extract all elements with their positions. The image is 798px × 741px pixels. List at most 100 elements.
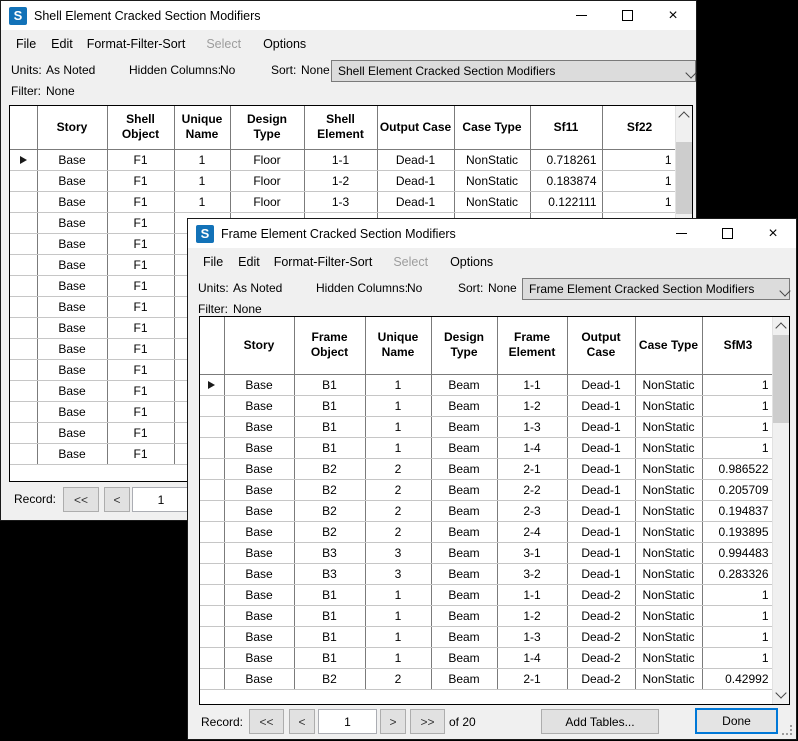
column-header[interactable]: Shell Element (304, 106, 377, 149)
column-header[interactable]: Unique Name (365, 317, 431, 374)
cell[interactable]: 1 (365, 437, 431, 458)
cell[interactable]: 1 (365, 605, 431, 626)
cell[interactable]: Base (224, 626, 294, 647)
cell[interactable]: Base (224, 647, 294, 668)
cell[interactable]: Base (37, 275, 107, 296)
cell[interactable]: 1-2 (497, 605, 567, 626)
cell[interactable]: Base (224, 395, 294, 416)
cell[interactable]: Base (224, 479, 294, 500)
row-selector[interactable] (10, 254, 37, 275)
cell[interactable]: B2 (294, 521, 365, 542)
cell[interactable]: 0.193895 (702, 521, 774, 542)
cell[interactable]: NonStatic (635, 626, 702, 647)
row-selector[interactable] (200, 479, 224, 500)
row-selector[interactable] (10, 212, 37, 233)
maximize-button[interactable] (704, 219, 750, 248)
cell[interactable]: B1 (294, 605, 365, 626)
cell[interactable]: 2 (365, 521, 431, 542)
cell[interactable]: Beam (431, 374, 497, 395)
cell[interactable]: Dead-2 (567, 647, 635, 668)
cell[interactable]: F1 (107, 275, 174, 296)
cell[interactable]: Floor (230, 149, 304, 170)
close-button[interactable]: × (650, 1, 696, 30)
cell[interactable]: NonStatic (635, 521, 702, 542)
menu-item-file[interactable]: File (203, 255, 223, 269)
cell[interactable]: B1 (294, 626, 365, 647)
add-tables-button[interactable]: Add Tables... (541, 709, 659, 734)
column-header[interactable]: Sf11 (530, 106, 602, 149)
minimize-button[interactable] (558, 1, 604, 30)
column-header[interactable]: Sf22 (602, 106, 677, 149)
scrollbar-thumb[interactable] (773, 335, 789, 423)
cell[interactable]: 1-3 (497, 626, 567, 647)
cell[interactable]: Dead-1 (567, 395, 635, 416)
record-number-input[interactable] (318, 709, 377, 734)
row-selector[interactable] (200, 542, 224, 563)
cell[interactable]: NonStatic (635, 500, 702, 521)
cell[interactable]: Beam (431, 500, 497, 521)
cell[interactable]: 1 (602, 191, 677, 212)
cell[interactable]: Beam (431, 626, 497, 647)
row-selector[interactable] (10, 191, 37, 212)
cell[interactable]: B1 (294, 416, 365, 437)
cell[interactable]: 1 (174, 149, 230, 170)
cell[interactable]: NonStatic (454, 170, 530, 191)
cell[interactable]: NonStatic (635, 374, 702, 395)
cell[interactable]: F1 (107, 254, 174, 275)
column-header[interactable]: Output Case (377, 106, 454, 149)
menu-item-format-filter-sort[interactable]: Format-Filter-Sort (87, 37, 186, 51)
cell[interactable]: 1 (174, 191, 230, 212)
cell[interactable]: NonStatic (635, 416, 702, 437)
cell[interactable]: Dead-1 (377, 170, 454, 191)
cell[interactable]: 3 (365, 542, 431, 563)
row-selector[interactable] (10, 401, 37, 422)
cell[interactable]: 1-3 (304, 191, 377, 212)
cell[interactable]: B1 (294, 584, 365, 605)
cell[interactable]: 1 (365, 647, 431, 668)
record-previous-button[interactable]: < (104, 487, 130, 512)
cell[interactable]: Dead-1 (567, 416, 635, 437)
cell[interactable]: NonStatic (454, 149, 530, 170)
cell[interactable]: Base (37, 233, 107, 254)
row-selector[interactable] (200, 374, 224, 395)
cell[interactable]: 1 (702, 374, 774, 395)
row-selector[interactable] (200, 458, 224, 479)
frame-window-titlebar[interactable]: S Frame Element Cracked Section Modifier… (188, 219, 796, 248)
cell[interactable]: 0.183874 (530, 170, 602, 191)
cell[interactable]: 0.718261 (530, 149, 602, 170)
cell[interactable]: NonStatic (454, 191, 530, 212)
cell[interactable]: Dead-1 (567, 563, 635, 584)
cell[interactable]: F1 (107, 191, 174, 212)
row-selector[interactable] (10, 380, 37, 401)
cell[interactable]: Base (37, 191, 107, 212)
cell[interactable]: F1 (107, 422, 174, 443)
cell[interactable]: Base (37, 296, 107, 317)
record-previous-button[interactable]: < (289, 709, 315, 734)
menu-item-file[interactable]: File (16, 37, 36, 51)
minimize-button[interactable] (658, 219, 704, 248)
cell[interactable]: 2-1 (497, 458, 567, 479)
cell[interactable]: Beam (431, 563, 497, 584)
cell[interactable]: Dead-1 (567, 458, 635, 479)
column-header[interactable]: SfM3 (702, 317, 774, 374)
row-selector[interactable] (10, 233, 37, 254)
cell[interactable]: 1 (702, 395, 774, 416)
row-selector[interactable] (200, 647, 224, 668)
row-selector[interactable] (200, 500, 224, 521)
cell[interactable]: NonStatic (635, 668, 702, 689)
cell[interactable]: Base (224, 584, 294, 605)
cell[interactable]: 0.283326 (702, 563, 774, 584)
cell[interactable]: Beam (431, 605, 497, 626)
cell[interactable]: Base (37, 212, 107, 233)
cell[interactable]: 1 (365, 374, 431, 395)
cell[interactable]: Dead-1 (567, 437, 635, 458)
cell[interactable]: 1 (365, 395, 431, 416)
cell[interactable]: 3-1 (497, 542, 567, 563)
cell[interactable]: Beam (431, 521, 497, 542)
row-selector[interactable] (200, 395, 224, 416)
row-selector[interactable] (10, 149, 37, 170)
cell[interactable]: 1 (365, 626, 431, 647)
cell[interactable]: NonStatic (635, 563, 702, 584)
cell[interactable]: Base (224, 563, 294, 584)
cell[interactable]: NonStatic (635, 542, 702, 563)
